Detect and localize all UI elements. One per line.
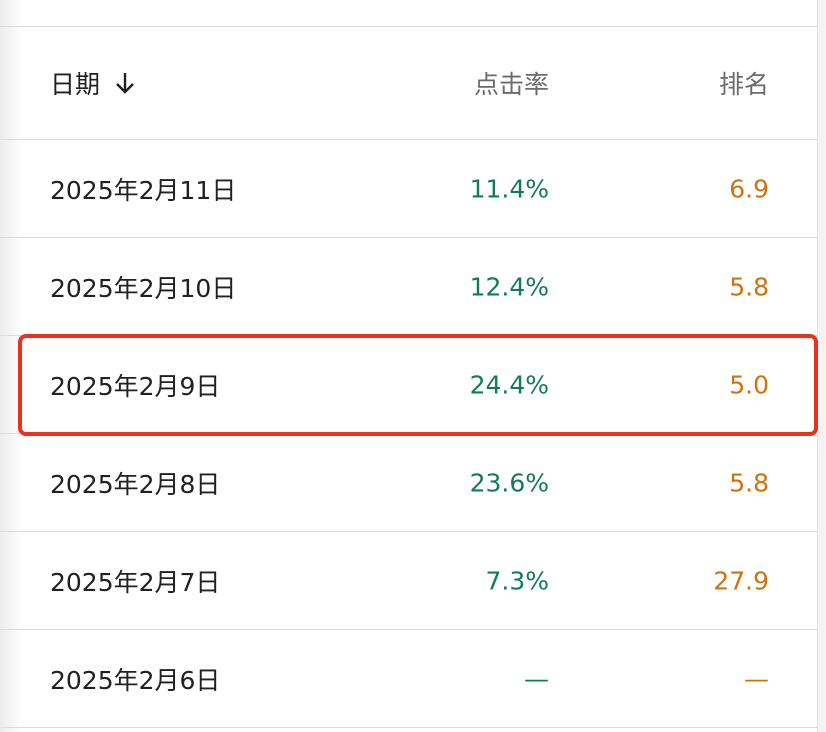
top-strip [0, 0, 817, 27]
table-header: 日期 点击率 排名 [0, 27, 817, 140]
arrow-down-icon [114, 71, 136, 95]
rank-cell: — [744, 664, 769, 693]
date-column-header[interactable]: 日期 [50, 65, 136, 101]
ctr-column-header[interactable]: 点击率 [474, 65, 549, 101]
ctr-cell: — [524, 664, 549, 693]
performance-table: 日期 点击率 排名 2025年2月11日 11.4% 6.9 2025年2月10… [0, 27, 817, 728]
table-row[interactable]: 2025年2月7日 7.3% 27.9 [0, 532, 817, 630]
table-row[interactable]: 2025年2月11日 11.4% 6.9 [0, 140, 817, 238]
rank-cell: 5.8 [729, 272, 769, 301]
table-row[interactable]: 2025年2月10日 12.4% 5.8 [0, 238, 817, 336]
rank-cell: 5.0 [729, 370, 769, 399]
date-cell: 2025年2月10日 [50, 273, 237, 303]
date-cell: 2025年2月7日 [50, 567, 221, 597]
date-cell: 2025年2月9日 [50, 371, 221, 401]
rank-cell: 6.9 [729, 174, 769, 203]
ctr-cell: 11.4% [469, 174, 549, 203]
table-row[interactable]: 2025年2月9日 24.4% 5.0 [0, 336, 817, 434]
date-cell: 2025年2月6日 [50, 665, 221, 695]
date-header-label: 日期 [50, 70, 101, 99]
date-cell: 2025年2月8日 [50, 469, 221, 499]
date-cell: 2025年2月11日 [50, 175, 237, 205]
ctr-cell: 7.3% [485, 566, 549, 595]
rank-cell: 5.8 [729, 468, 769, 497]
ctr-cell: 23.6% [469, 468, 549, 497]
page: 日期 点击率 排名 2025年2月11日 11.4% 6.9 2025年2月10… [0, 0, 826, 732]
ctr-cell: 12.4% [469, 272, 549, 301]
rank-cell: 27.9 [713, 566, 769, 595]
scrollbar-track[interactable] [817, 0, 826, 732]
table-row[interactable]: 2025年2月6日 — — [0, 630, 817, 728]
rank-column-header[interactable]: 排名 [719, 65, 769, 101]
table-row[interactable]: 2025年2月8日 23.6% 5.8 [0, 434, 817, 532]
ctr-cell: 24.4% [469, 370, 549, 399]
